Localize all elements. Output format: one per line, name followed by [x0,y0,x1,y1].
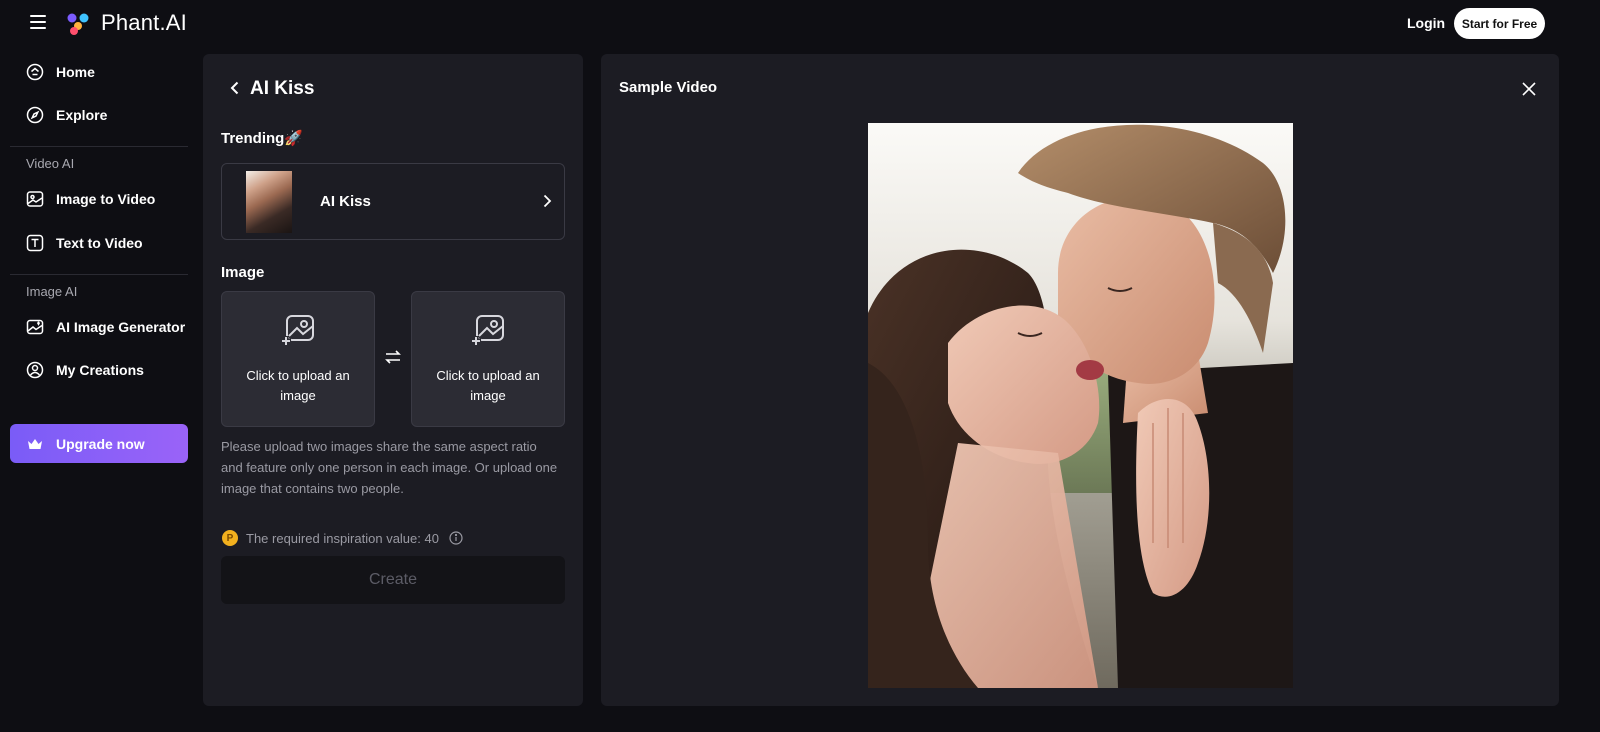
add-image-icon [281,315,314,346]
image-icon [26,191,44,207]
ai-kiss-panel: AI Kiss Trending🚀 AI Kiss Image Click to… [203,54,583,706]
sidebar-item-ai-image-generator[interactable]: AI Image Generator [10,309,188,345]
sidebar-item-label: My Creations [56,362,144,378]
upgrade-label: Upgrade now [56,435,145,452]
sidebar-item-explore[interactable]: Explore [10,97,188,133]
section-heading-image-ai: Image AI [26,284,78,299]
template-thumbnail [246,171,292,233]
crown-icon [28,438,42,449]
coin-icon: P [222,530,238,546]
brand-name[interactable]: Phant.AI [101,10,187,36]
image-sparkle-icon [26,319,44,335]
image-heading: Image [221,264,265,281]
inspiration-cost: P The required inspiration value: 40 [222,530,463,546]
compass-icon [26,106,44,124]
sidebar-item-label: AI Image Generator [56,319,186,335]
upload-label: Click to upload an image [246,368,350,403]
close-icon[interactable] [1521,81,1537,97]
add-image-icon [471,315,504,346]
swap-icon[interactable] [384,348,402,366]
info-icon[interactable] [449,531,463,545]
sample-video-player[interactable] [868,123,1293,688]
start-for-free-button[interactable]: Start for Free [1454,8,1545,39]
back-arrow-icon[interactable] [227,80,243,96]
login-link[interactable]: Login [1407,15,1445,31]
upload-label: Click to upload an image [436,368,540,403]
sidebar-item-image-to-video[interactable]: Image to Video [10,181,188,217]
user-circle-icon [26,361,44,379]
sidebar-item-label: Home [56,64,95,80]
divider [10,274,188,275]
inspiration-text: The required inspiration value: 40 [246,530,439,546]
top-bar: Phant.AI Login Start for Free [0,0,1600,48]
home-icon [26,63,44,81]
sidebar-item-home[interactable]: Home [10,54,188,90]
upload-hint: Please upload two images share the same … [221,439,558,496]
menu-icon[interactable] [30,15,46,31]
chevron-right-icon [543,194,552,208]
sidebar-item-label: Explore [56,107,108,123]
template-name: AI Kiss [320,193,371,210]
phant-logo-icon [67,13,89,35]
upload-image-right[interactable]: Click to upload an image [411,291,565,427]
preview-title: Sample Video [619,79,718,96]
sidebar-item-text-to-video[interactable]: Text to Video [10,225,188,261]
create-button[interactable]: Create [221,556,565,604]
trending-heading: Trending🚀 [221,130,304,147]
sidebar: Home Explore Video AI Image to Video Tex… [0,48,200,732]
trending-template-card[interactable]: AI Kiss [221,163,565,240]
upgrade-now-button[interactable]: Upgrade now [10,424,188,463]
sample-video-frame [868,123,1293,688]
divider [10,146,188,147]
text-icon [26,234,44,252]
sidebar-item-label: Text to Video [56,235,143,251]
upload-image-left[interactable]: Click to upload an image [221,291,375,427]
sidebar-item-my-creations[interactable]: My Creations [10,352,188,388]
sample-video-panel: Sample Video [601,54,1559,706]
page-title: AI Kiss [250,78,315,99]
sidebar-item-label: Image to Video [56,191,156,207]
section-heading-video-ai: Video AI [26,156,75,171]
